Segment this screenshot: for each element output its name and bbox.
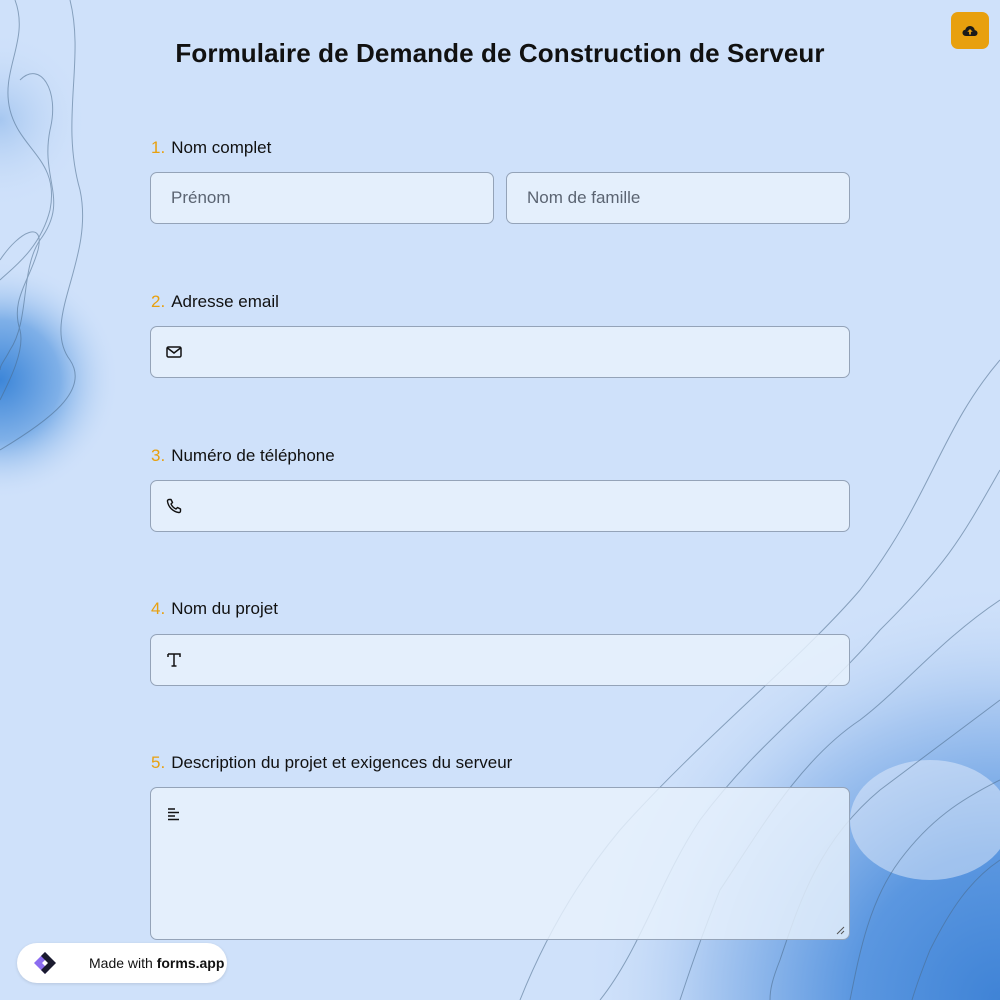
description-field[interactable] [150, 787, 850, 940]
last-name-field[interactable] [506, 172, 850, 224]
phone-field[interactable] [150, 480, 850, 532]
brand-name: forms.app [156, 955, 225, 971]
question-1-label: 1. Nom complet [151, 138, 271, 158]
question-number: 1. [151, 138, 166, 157]
question-number: 3. [151, 446, 166, 465]
last-name-input[interactable] [507, 173, 849, 223]
made-with-text: Made with [89, 955, 153, 971]
project-name-input[interactable] [151, 635, 849, 685]
resize-handle-icon[interactable] [835, 925, 845, 935]
project-name-field[interactable] [150, 634, 850, 686]
question-text: Description du projet et exigences du se… [171, 753, 513, 772]
question-text: Numéro de téléphone [171, 446, 335, 465]
description-textarea[interactable] [151, 788, 849, 939]
question-text: Adresse email [171, 292, 279, 311]
phone-input[interactable] [151, 481, 849, 531]
question-text: Nom complet [171, 138, 272, 157]
made-with-badge[interactable]: Made with forms.app [17, 943, 227, 983]
cloud-upload-icon [962, 25, 978, 36]
question-4-label: 4. Nom du projet [151, 599, 278, 619]
forms-app-logo [34, 952, 56, 974]
email-input[interactable] [151, 327, 849, 377]
first-name-input[interactable] [151, 173, 493, 223]
page-title: Formulaire de Demande de Construction de… [175, 38, 825, 68]
form-page: Formulaire de Demande de Construction de… [0, 0, 1000, 1000]
badge-text: Made with forms.app [89, 955, 224, 971]
first-name-field[interactable] [150, 172, 494, 224]
question-number: 4. [151, 599, 166, 618]
question-5-label: 5. Description du projet et exigences du … [151, 753, 512, 773]
email-field[interactable] [150, 326, 850, 378]
question-3-label: 3. Numéro de téléphone [151, 446, 335, 466]
question-number: 5. [151, 753, 166, 772]
question-text: Nom du projet [171, 599, 278, 618]
question-2-label: 2. Adresse email [151, 292, 279, 312]
question-number: 2. [151, 292, 166, 311]
